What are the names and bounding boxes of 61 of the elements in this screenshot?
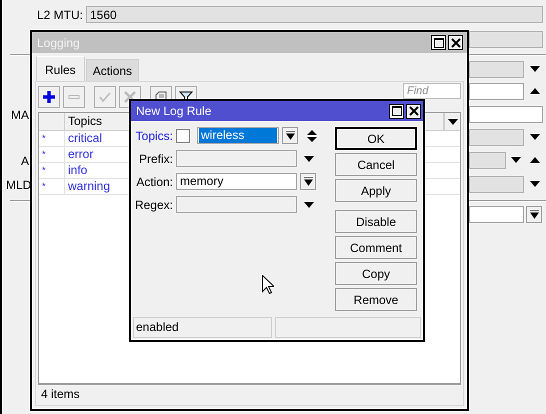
up-down-arrows-icon[interactable] [307,128,317,142]
table-cell[interactable]: info [65,163,88,178]
maximize-button[interactable] [431,35,446,50]
dialog-button[interactable]: OK [335,127,417,150]
tab[interactable]: Rules [36,56,85,81]
dialog-button[interactable]: Apply [335,179,417,202]
caret-icon [286,131,294,140]
status-field: enabled [133,317,272,338]
column-menu-button[interactable] [444,113,460,130]
maximize-button[interactable] [389,104,404,118]
dropdown-button[interactable] [300,173,316,190]
dropdown-arrow-icon[interactable] [530,181,540,187]
field-label: Regex: [134,198,173,212]
dialog-button[interactable]: Comment [335,236,417,259]
table-cell: * [39,131,65,146]
dialog-button[interactable]: Cancel [335,153,417,176]
dropdown-arrow-icon[interactable] [304,156,314,162]
field-label: Action: [135,174,173,188]
caret-icon [304,177,312,186]
action-field[interactable]: memory [176,173,297,190]
up-arrow-icon[interactable] [530,157,540,163]
dialog-button[interactable]: Copy [335,262,417,285]
checkbox[interactable] [176,128,190,142]
dialog-button[interactable]: Remove [335,288,417,311]
close-button[interactable] [406,104,421,118]
dropdown-button[interactable] [282,127,298,144]
up-arrow-icon[interactable] [530,88,540,94]
item-count: 4 items [41,387,80,401]
table-cell: * [39,147,65,162]
table-cell: * [39,179,65,194]
check-icon [98,90,112,104]
dialog-button[interactable]: Disable [335,210,417,233]
cross-icon [123,90,137,104]
dropdown-arrow-icon[interactable] [530,66,540,72]
field-label: MA [11,108,29,122]
field-label: MLD [6,178,32,192]
table-cell[interactable]: critical [65,131,102,146]
caret-icon [448,118,458,124]
tab[interactable]: Actions [86,59,140,81]
field-label: Prefix: [138,152,173,166]
table-cell[interactable]: error [65,147,94,162]
text-field[interactable] [469,206,524,223]
dropdown-arrow-icon[interactable] [304,202,314,208]
field-label: A [21,154,30,168]
text-field[interactable] [469,106,543,123]
caret-icon [530,210,538,219]
field-label: L2 MTU: [37,8,84,22]
close-button[interactable] [448,35,463,50]
text-field[interactable] [469,83,524,100]
dropdown-arrow-icon[interactable] [530,134,540,140]
mouse-cursor-icon [262,275,274,294]
window-title: New Log Rule [136,104,212,118]
table-cell: * [39,163,65,178]
plus-icon [42,90,56,104]
dropdown-arrow-icon[interactable] [511,157,521,163]
add-button[interactable] [38,86,60,108]
dropdown-button[interactable] [526,206,542,223]
find-field[interactable]: Find [403,83,461,99]
topics-field[interactable]: wireless [197,127,279,144]
table-cell[interactable]: warning [65,179,110,194]
field-label: Topics: [134,128,173,142]
